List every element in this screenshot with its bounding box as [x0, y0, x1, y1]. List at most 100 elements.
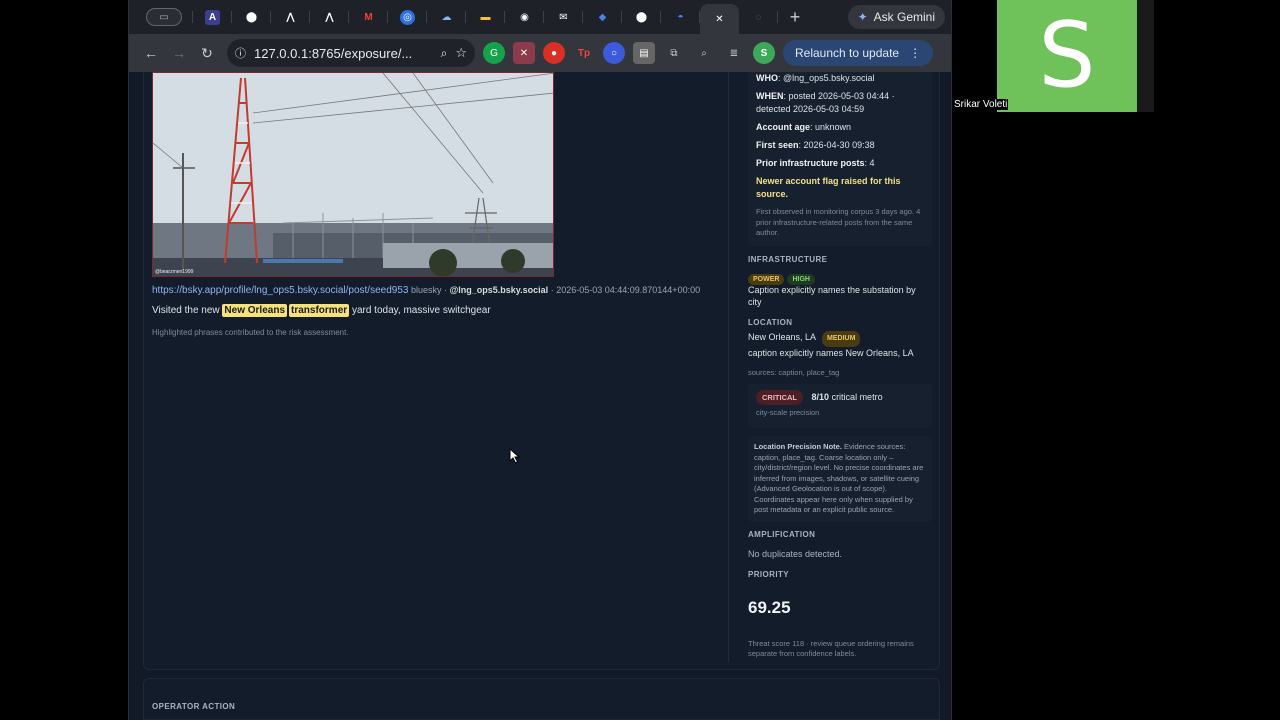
tab-loading[interactable]: ◌ [739, 4, 778, 30]
location-confidence-badge: MEDIUM [822, 331, 861, 347]
tab-screen[interactable]: ▭ [135, 4, 193, 30]
screen: ▭ A ⬤ ⋀ ⋀ M ◎ ☁ ▬ ◉ ✉ ◆ ⬤ ◓ ✕ ◌ + ✦ Ask … [0, 0, 1280, 720]
operator-action-panel: OPERATOR ACTION [143, 678, 940, 720]
location-heading: LOCATION [748, 318, 793, 327]
image-watermark: @bearzmen1999 [155, 269, 194, 275]
tab-active[interactable]: ✕ [700, 4, 739, 34]
substation-photo [153, 73, 553, 276]
browser-window: ▭ A ⬤ ⋀ ⋀ M ◎ ☁ ▬ ◉ ✉ ◆ ⬤ ◓ ✕ ◌ + ✦ Ask … [128, 0, 952, 720]
tab-github-3[interactable]: ⬤ [622, 4, 661, 30]
priority-heading: PRIORITY [748, 570, 789, 579]
screen-share-icon: ▭ [146, 8, 182, 26]
tp-extension-icon[interactable]: Tp [573, 42, 595, 64]
tab-wave-1[interactable]: ⋀ [271, 4, 310, 30]
participant-side-panel [1137, 0, 1154, 112]
url-text[interactable]: 127.0.0.1:8765/exposure/... [254, 46, 433, 61]
github-icon: ⬤ [635, 11, 648, 23]
location-value: New Orleans, LA [748, 332, 816, 342]
ask-gemini-button[interactable]: ✦ Ask Gemini [847, 5, 945, 29]
participant-name: Srikar Voleti [953, 99, 1009, 110]
cloud-icon: ☁ [441, 11, 452, 23]
tab-blue-2[interactable]: ◆ [583, 4, 622, 30]
platform-label: bluesky [410, 285, 442, 295]
caption-text-start: Visited the new [152, 305, 220, 316]
mail-icon: ✉ [559, 11, 568, 23]
tab-messenger[interactable]: ◓ [661, 4, 700, 30]
caption-highlight-city: New Orleans [222, 304, 288, 317]
risk-card: CRITICAL 8/10 critical metro city-scale … [748, 384, 932, 428]
when-row: WHEN: posted 2026-05-03 04:44 · detected… [756, 91, 895, 114]
new-tab-button[interactable]: + [778, 4, 812, 30]
mouse-cursor-icon [509, 448, 521, 464]
who-row: WHO: @lng_ops5.bsky.social [756, 73, 875, 83]
back-button[interactable]: ← [137, 39, 165, 67]
arrow-right-icon: → [172, 45, 186, 61]
tab-github-2[interactable]: ◉ [505, 4, 544, 30]
post-link[interactable]: https://bsky.app/profile/lng_ops5.bsky.s… [152, 285, 408, 296]
extensions-puzzle-icon[interactable]: ⧉ [663, 42, 685, 64]
gmail-icon: M [364, 11, 373, 23]
precision-note-body: Evidence sources: caption, place_tag. Co… [754, 442, 924, 514]
extension-red-icon[interactable]: ✕ [513, 42, 535, 64]
tab-search-icon[interactable]: ⌕ [693, 42, 715, 64]
grey-extension-icon[interactable]: ▤ [633, 42, 655, 64]
reload-button[interactable]: ↻ [193, 39, 221, 67]
tab-a[interactable]: A [193, 4, 232, 30]
site-info-icon[interactable]: ⓘ [235, 45, 246, 61]
caption-highlight-asset: transformer [289, 304, 350, 317]
account-age-row: Account age: unknown [756, 122, 852, 132]
profile-avatar[interactable]: S [753, 42, 775, 64]
source-note: First observed in monitoring corpus 3 da… [756, 207, 921, 237]
column-divider [728, 72, 729, 662]
meta-separator: · [550, 285, 554, 295]
tab-strip: ▭ A ⬤ ⋀ ⋀ M ◎ ☁ ▬ ◉ ✉ ◆ ⬤ ◓ ✕ ◌ + ✦ Ask … [129, 0, 951, 34]
globe-icon: ◌ [755, 11, 762, 23]
close-icon[interactable]: ✕ [712, 12, 727, 27]
priority-value: 69.25 [748, 598, 791, 617]
tab-cloud[interactable]: ☁ [427, 4, 466, 30]
risk-precision: city-scale precision [756, 408, 820, 417]
messenger-icon: ◓ [677, 11, 684, 23]
folder-icon: ▬ [480, 11, 491, 23]
participant-initial: S [1038, 3, 1096, 108]
reading-list-icon[interactable]: ≣ [723, 42, 745, 64]
new-account-flag: Newer account flag raised for this sourc… [756, 176, 901, 199]
tab-folder[interactable]: ▬ [466, 4, 505, 30]
tab-blue-1[interactable]: ◎ [388, 4, 427, 30]
tab-wave-2[interactable]: ⋀ [310, 4, 349, 30]
arrow-left-icon: ← [144, 45, 158, 61]
infrastructure-text: Caption explicitly names the substation … [748, 285, 916, 307]
first-seen-row: First seen: 2026-04-30 09:38 [756, 140, 875, 150]
bookmark-star-icon[interactable]: ☆ [455, 45, 467, 61]
post-timestamp: 2026-05-03 04:44:09.870144+00:00 [556, 285, 701, 295]
location-sources: sources: caption, place_tag [748, 368, 840, 377]
chat-extension-icon[interactable]: ○ [603, 42, 625, 64]
browser-toolbar: ← → ↻ ⓘ 127.0.0.1:8765/exposure/... ⌕ ☆ … [129, 34, 951, 72]
page-content: @bearzmen1999 https://bsky.app/profile/l… [129, 72, 951, 720]
shield-red-icon[interactable]: ● [543, 42, 565, 64]
ask-gemini-label: Ask Gemini [873, 10, 935, 24]
risk-label: critical metro [831, 392, 883, 402]
grammarly-icon[interactable]: G [483, 42, 505, 64]
tab-gmail[interactable]: M [349, 4, 388, 30]
participant-video-tile[interactable]: S [997, 0, 1137, 112]
post-meta-row: https://bsky.app/profile/lng_ops5.bsky.s… [152, 285, 700, 296]
risk-score: 8/10 [811, 392, 830, 402]
exposure-detail-panel: @bearzmen1999 https://bsky.app/profile/l… [143, 72, 940, 670]
tab-mail[interactable]: ✉ [544, 4, 583, 30]
relaunch-button[interactable]: Relaunch to update ⋮ [783, 40, 934, 66]
forward-button[interactable]: → [165, 39, 193, 67]
circle-blue-icon: ◎ [400, 9, 415, 25]
zoom-icon[interactable]: ⌕ [441, 46, 448, 61]
post-author: @lng_ops5.bsky.social [449, 285, 549, 295]
highlight-note: Highlighted phrases contributed to the r… [152, 328, 349, 337]
more-vert-icon[interactable]: ⋮ [909, 46, 921, 60]
relaunch-label: Relaunch to update [795, 46, 900, 60]
address-bar[interactable]: ⓘ 127.0.0.1:8765/exposure/... ⌕ ☆ [227, 39, 475, 67]
tab-github-1[interactable]: ⬤ [232, 4, 271, 30]
reload-icon: ↻ [201, 44, 213, 61]
letter-a-icon: A [205, 9, 220, 25]
amplification-text: No duplicates detected. [748, 549, 843, 559]
github-icon: ⬤ [245, 11, 258, 23]
wave-icon: ⋀ [286, 11, 295, 23]
